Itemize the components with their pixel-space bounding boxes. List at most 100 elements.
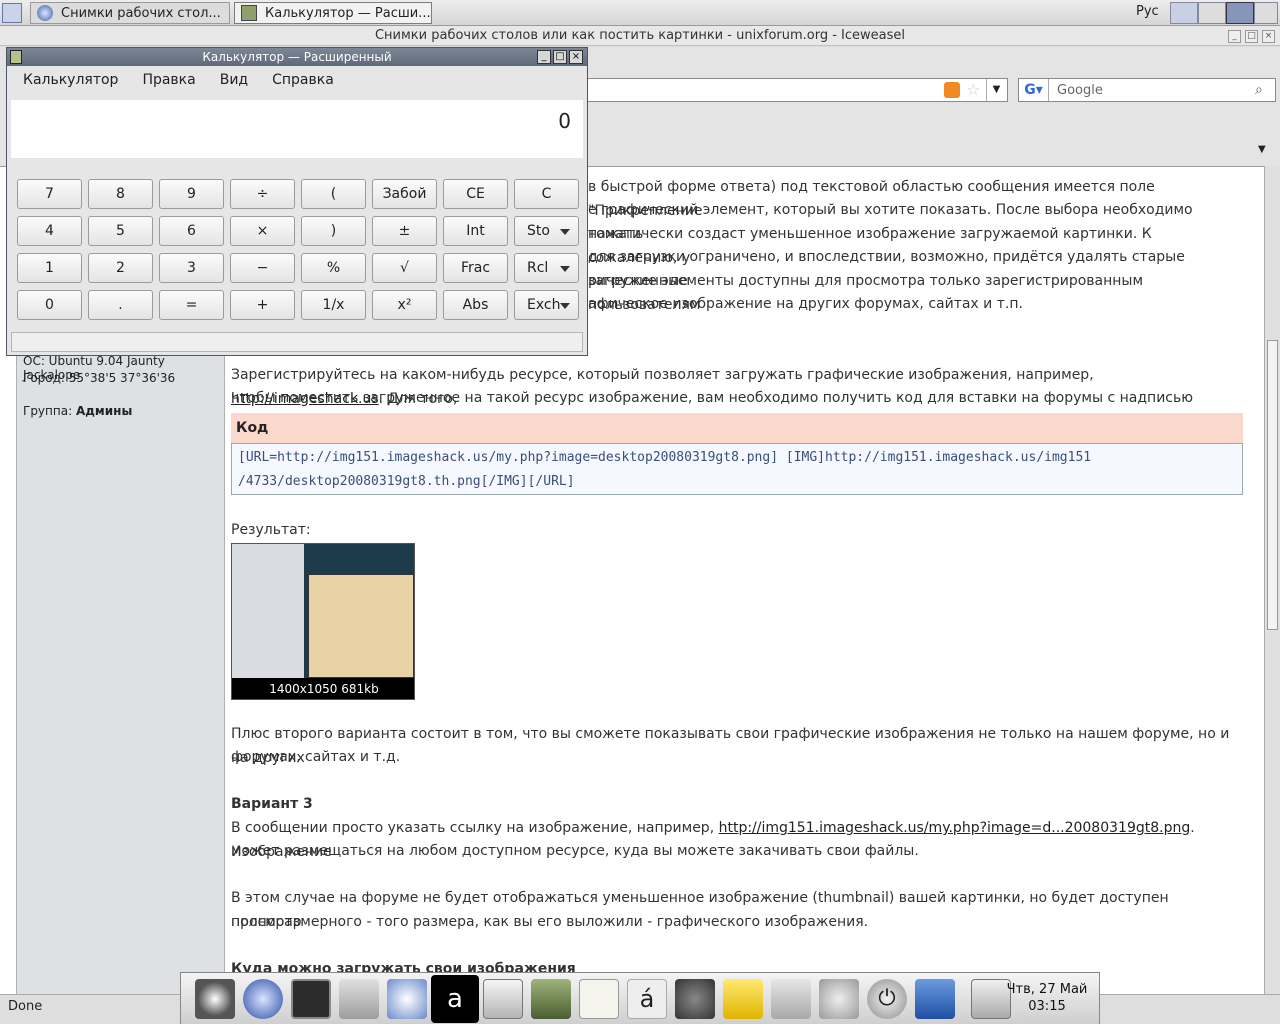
key-5[interactable]: 5 [88,216,153,246]
key-int[interactable]: Int [443,216,508,246]
image-link[interactable]: http://img151.imageshack.us/my.php?image… [719,820,1191,836]
text-fragment: В сообщении просто указать ссылку на изо… [231,820,719,836]
google-engine-icon[interactable]: G▾ [1019,79,1049,101]
close-button[interactable]: × [1262,30,1275,43]
calc-minimize-button[interactable]: _ [537,50,551,64]
code-line: /4733/desktop20080319gt8.th.png[/IMG][/U… [238,474,575,489]
gnome-foot-icon[interactable] [195,979,235,1019]
power-icon[interactable]: ⏻ [867,979,907,1019]
workspace-4[interactable] [1254,2,1278,24]
key-recall[interactable]: Rcl [514,253,579,283]
code-block[interactable]: [URL=http://img151.imageshack.us/my.php?… [231,443,1243,495]
key-3[interactable]: 3 [159,253,224,283]
key-clear-entry[interactable]: CE [443,179,508,209]
key-store[interactable]: Sto [514,216,579,246]
download-icon[interactable] [483,979,523,1019]
application-dock: a á ⏻ [180,972,1100,1024]
calculator-menubar: Калькулятор Правка Вид Справка [7,66,587,94]
key-frac[interactable]: Frac [443,253,508,283]
key-abs[interactable]: Abs [443,290,508,320]
key-sqrt[interactable]: √ [372,253,437,283]
browser-title: Снимки рабочих столов или как постить ка… [0,26,1280,46]
key-1[interactable]: 1 [17,253,82,283]
key-square[interactable]: x² [372,290,437,320]
menu-edit[interactable]: Правка [138,72,199,88]
url-bar[interactable]: ☆ ▼ [588,78,1008,102]
rss-icon[interactable] [944,82,960,98]
trash-icon[interactable] [915,979,955,1019]
volume-icon[interactable] [819,979,859,1019]
minimize-button[interactable]: _ [1228,30,1241,43]
workspace-1[interactable] [1170,2,1198,24]
key-backspace[interactable]: Забой [372,179,437,209]
key-8[interactable]: 8 [88,179,153,209]
key-4[interactable]: 4 [17,216,82,246]
thumb-window-b [308,574,414,678]
show-desktop-icon[interactable] [2,3,22,23]
menu-view[interactable]: Вид [216,72,252,88]
key-open-paren[interactable]: ( [301,179,366,209]
character-map-icon[interactable]: á [627,979,667,1019]
key-2[interactable]: 2 [88,253,153,283]
key-minus[interactable]: − [230,253,295,283]
maximize-button[interactable]: □ [1245,30,1258,43]
text-editor-icon[interactable] [579,979,619,1019]
web-browser-icon[interactable] [243,979,283,1019]
mail-client-icon[interactable] [387,979,427,1019]
key-equals[interactable]: = [159,290,224,320]
chevron-down-icon[interactable]: ▼ [986,79,1006,101]
network-icon[interactable] [771,979,811,1019]
thumb-window-a [232,544,304,678]
calculator-statusbar [11,332,583,352]
search-input[interactable]: G▾ Google ⌕ [1018,78,1276,102]
search-placeholder: Google [1057,82,1103,98]
file-cabinet-icon[interactable] [339,979,379,1019]
key-9[interactable]: 9 [159,179,224,209]
iceweasel-icon [37,5,53,21]
calculator-dock-icon[interactable] [531,979,571,1019]
key-multiply[interactable]: × [230,216,295,246]
task-label: Снимки рабочих стол... [61,5,221,21]
menu-help[interactable]: Справка [268,72,338,88]
key-decimal[interactable]: . [88,290,153,320]
workspace-2[interactable] [1198,2,1226,24]
terminal-icon[interactable] [291,979,331,1019]
calc-close-button[interactable]: × [569,50,583,64]
code-label: Код [231,413,1243,443]
scroll-thumb[interactable] [1267,340,1278,630]
group-label: Группа: [23,404,73,418]
taskbar-item-calculator[interactable]: Калькулятор — Расши... [234,2,432,24]
notes-icon[interactable] [723,979,763,1019]
key-clear[interactable]: C [514,179,579,209]
menu-calculator[interactable]: Калькулятор [19,72,122,88]
key-0[interactable]: 0 [17,290,82,320]
thumbnail-image[interactable]: 1400x1050 681kb [231,543,415,700]
clock[interactable]: Чтв, 27 Май 03:15 [1004,972,1090,1024]
taskbar-item-browser[interactable]: Снимки рабочих стол... [30,2,230,24]
key-plus-minus[interactable]: ± [372,216,437,246]
amarok-icon[interactable]: a [431,975,479,1023]
star-icon[interactable]: ☆ [966,80,980,99]
result-label: Результат: [231,522,311,538]
keyboard-layout[interactable]: Рус [1136,4,1159,19]
key-close-paren[interactable]: ) [301,216,366,246]
search-icon[interactable]: ⌕ [1255,82,1275,98]
calculator-display: 0 [11,100,583,158]
gimp-icon[interactable] [675,979,715,1019]
key-percent[interactable]: % [301,253,366,283]
tabs-list-icon[interactable]: ▼ [1258,144,1266,155]
key-7[interactable]: 7 [17,179,82,209]
text-line: может размещаться на любом доступном рес… [231,843,919,859]
status-text: Done [8,999,43,1014]
key-reciprocal[interactable]: 1/x [301,290,366,320]
clock-date: Чтв, 27 Май [1006,982,1088,997]
key-plus[interactable]: + [230,290,295,320]
key-6[interactable]: 6 [159,216,224,246]
calc-maximize-button[interactable]: □ [553,50,567,64]
workspace-3[interactable] [1226,2,1254,24]
task-label: Калькулятор — Расши... [265,5,431,21]
vertical-scrollbar[interactable] [1264,166,1280,994]
section-title: Вариант 3 [231,796,313,812]
key-exchange[interactable]: Exch [514,290,579,320]
key-divide[interactable]: ÷ [230,179,295,209]
